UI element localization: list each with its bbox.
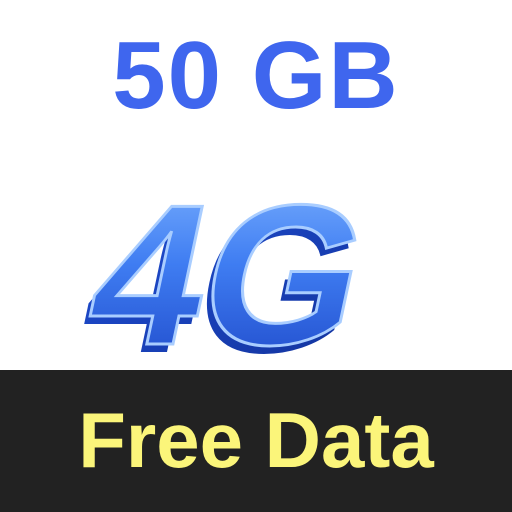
data-amount-headline: 50 GB — [112, 22, 400, 129]
promo-banner-text: Free Data — [78, 396, 434, 484]
promo-banner: Free Data — [0, 370, 512, 512]
logo-front: 4G — [84, 168, 386, 368]
app-icon: 50 GB 4G 4G Free Data — [0, 0, 512, 512]
4g-logo-icon: 4G 4G — [84, 168, 388, 368]
